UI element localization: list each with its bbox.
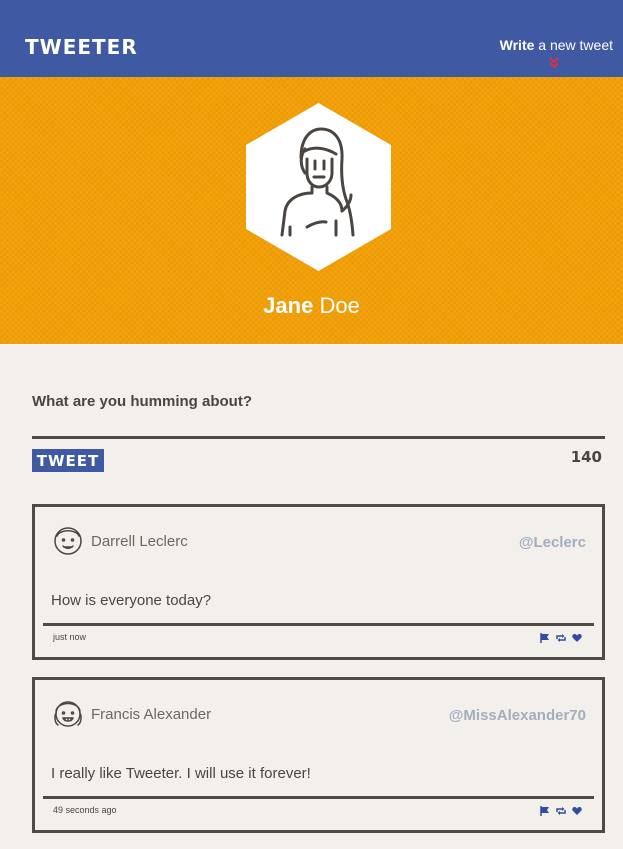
tweet-body-text: I really like Tweeter. I will use it for… bbox=[51, 765, 311, 782]
profile-avatar-hexagon bbox=[246, 103, 391, 271]
tweet-author-handle[interactable]: @Leclerc bbox=[519, 534, 586, 551]
profile-banner: Jane Doe bbox=[0, 77, 623, 344]
heart-icon[interactable] bbox=[572, 633, 582, 643]
write-new-tweet-link[interactable]: Write a new tweet bbox=[500, 37, 613, 53]
tweet-submit-button[interactable]: TWEET bbox=[32, 449, 104, 472]
profile-avatar bbox=[244, 101, 393, 273]
compose-link-rest: a new tweet bbox=[534, 37, 613, 53]
tweet-divider bbox=[43, 623, 594, 626]
profile-first-name: Jane bbox=[263, 293, 314, 318]
tweet-author-name[interactable]: Darrell Leclerc bbox=[91, 533, 188, 550]
tweet-card: Francis Alexander @MissAlexander70 I rea… bbox=[32, 677, 605, 833]
tweet-text-input[interactable] bbox=[32, 418, 605, 439]
composer-prompt-label: What are you humming about? bbox=[32, 393, 252, 410]
retweet-icon[interactable] bbox=[556, 633, 566, 643]
tweet-author-handle[interactable]: @MissAlexander70 bbox=[449, 707, 586, 724]
compose-link-bold: Write bbox=[499, 37, 535, 53]
profile-last-name: Doe bbox=[313, 293, 360, 318]
tweet-author-name[interactable]: Francis Alexander bbox=[91, 706, 211, 723]
tweet-divider bbox=[43, 796, 594, 799]
tweet-actions bbox=[540, 806, 582, 816]
double-chevron-down-icon[interactable] bbox=[548, 56, 560, 70]
tweet-card: Darrell Leclerc @Leclerc How is everyone… bbox=[32, 504, 605, 660]
heart-icon[interactable] bbox=[572, 806, 582, 816]
tweet-body-text: How is everyone today? bbox=[51, 592, 212, 609]
male-avatar-icon bbox=[54, 527, 82, 555]
profile-name: Jane Doe bbox=[0, 293, 623, 319]
character-counter: 140 bbox=[570, 448, 602, 466]
tweet-timestamp: 49 seconds ago bbox=[53, 805, 117, 815]
flag-icon[interactable] bbox=[540, 633, 550, 643]
retweet-icon[interactable] bbox=[556, 806, 566, 816]
tweet-timestamp: just now bbox=[53, 632, 87, 642]
tweet-actions bbox=[540, 633, 582, 643]
top-navigation-bar: TWEETER Write a new tweet bbox=[0, 0, 623, 77]
flag-icon[interactable] bbox=[540, 806, 550, 816]
app-logo[interactable]: TWEETER bbox=[25, 35, 138, 59]
female-avatar-icon bbox=[54, 701, 82, 727]
